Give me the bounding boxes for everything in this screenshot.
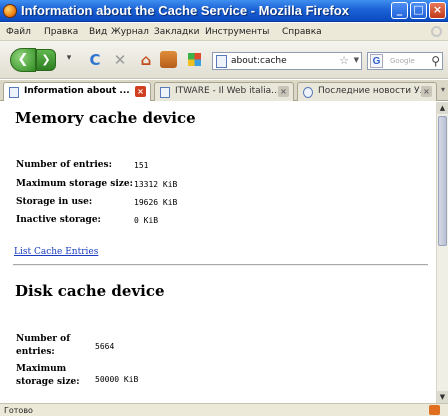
section-divider <box>13 264 428 266</box>
close-button[interactable]: × <box>429 2 446 19</box>
home-button[interactable]: ⌂ <box>137 51 155 69</box>
navigation-toolbar: ❮ ❯ ▾ C ✕ ⌂ about:cache ☆ ▼ G Google ⚲ <box>0 41 448 79</box>
tab-cache-info[interactable]: Information about ... × <box>3 82 151 101</box>
scroll-down-icon[interactable]: ▼ <box>437 391 448 403</box>
menu-edit[interactable]: Правка <box>44 27 78 37</box>
memory-inactive-value: 0 KiB <box>134 216 159 225</box>
addon-toolbar-icon[interactable] <box>160 51 177 68</box>
page-icon <box>9 87 19 98</box>
menu-bookmarks[interactable]: Закладки <box>154 27 200 37</box>
disk-max-size-label-line2: storage size: <box>16 377 80 387</box>
disk-entries-value: 5664 <box>95 342 115 351</box>
scroll-up-icon[interactable]: ▲ <box>437 102 448 114</box>
maximize-button[interactable]: □ <box>410 2 427 19</box>
window-title: Information about the Cache Service - Mo… <box>21 3 349 18</box>
menu-file[interactable]: Файл <box>6 27 31 37</box>
status-text: Готово <box>4 406 33 415</box>
back-button[interactable]: ❮ <box>10 48 36 72</box>
close-tab-icon[interactable]: × <box>421 86 432 97</box>
memory-inactive-label: Inactive storage: <box>16 215 101 225</box>
tab-label: Последние новости У... <box>318 86 429 96</box>
search-bar[interactable]: G Google ⚲ <box>367 52 443 70</box>
url-dropdown-icon[interactable]: ▼ <box>354 56 359 64</box>
tab-news[interactable]: Последние новости У... × <box>297 82 437 101</box>
list-cache-entries-link[interactable]: List Cache Entries <box>14 247 98 257</box>
search-placeholder[interactable]: Google <box>390 57 415 65</box>
scroll-thumb[interactable] <box>438 116 447 246</box>
tab-label: Information about ... <box>24 86 130 96</box>
tab-label: ITWARE - Il Web italia... <box>175 86 280 96</box>
search-icon[interactable]: ⚲ <box>431 54 440 68</box>
reload-button[interactable]: C <box>86 51 104 69</box>
memory-entries-value: 151 <box>134 161 149 170</box>
page-icon <box>216 55 227 68</box>
forward-button[interactable]: ❯ <box>36 49 56 71</box>
firefox-icon <box>3 4 17 18</box>
disk-entries-label-line1: Number of <box>16 334 71 344</box>
menu-help[interactable]: Справка <box>282 27 322 37</box>
url-text[interactable]: about:cache <box>231 56 287 66</box>
minimize-button[interactable]: _ <box>391 2 408 19</box>
tab-list-icon[interactable]: ▾ <box>441 85 445 94</box>
memory-in-use-value: 19626 KiB <box>134 198 178 207</box>
memory-max-size-value: 13312 KiB <box>134 180 178 189</box>
throbber-icon <box>431 26 442 37</box>
menu-history[interactable]: Журнал <box>111 27 149 37</box>
stop-button[interactable]: ✕ <box>111 51 129 69</box>
google-engine-icon[interactable]: G <box>370 54 383 68</box>
status-addon-icon[interactable] <box>429 405 440 415</box>
vertical-scrollbar[interactable]: ▲ ▼ <box>436 102 448 403</box>
menu-view[interactable]: Вид <box>89 27 107 37</box>
tab-itware[interactable]: ITWARE - Il Web italia... × <box>154 82 294 101</box>
close-tab-icon[interactable]: × <box>135 86 146 97</box>
title-bar: Information about the Cache Service - Mo… <box>0 0 448 22</box>
disk-entries-label-line2: entries: <box>16 347 55 357</box>
address-bar[interactable]: about:cache ☆ ▼ <box>212 52 362 70</box>
close-tab-icon[interactable]: × <box>278 86 289 97</box>
apps-toolbar-icon[interactable] <box>188 53 201 66</box>
page-content: Memory cache device Number of entries: 1… <box>0 102 436 403</box>
history-dropdown-icon[interactable]: ▾ <box>60 53 78 63</box>
tab-bar: Information about ... × ITWARE - Il Web … <box>0 80 448 101</box>
menu-tools[interactable]: Инструменты <box>205 27 269 37</box>
memory-entries-label: Number of entries: <box>16 160 112 170</box>
memory-max-size-label: Maximum storage size: <box>16 179 133 189</box>
bookmark-star-icon[interactable]: ☆ <box>339 54 349 67</box>
memory-heading: Memory cache device <box>15 109 196 127</box>
menu-bar: Файл Правка Вид Журнал Закладки Инструме… <box>0 23 448 41</box>
disk-max-size-label-line1: Maximum <box>16 364 67 374</box>
disk-heading: Disk cache device <box>15 282 165 300</box>
memory-in-use-label: Storage in use: <box>16 197 93 207</box>
news-site-icon <box>303 87 313 98</box>
disk-max-size-value: 50000 KiB <box>95 375 139 384</box>
status-bar: Готово <box>0 403 448 416</box>
page-icon <box>160 87 170 98</box>
